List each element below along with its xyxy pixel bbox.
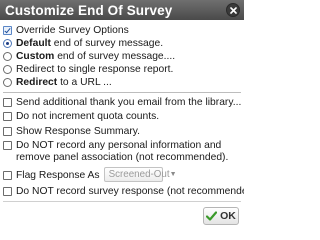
show-response-summary-row[interactable]: Show Response Summary. — [3, 126, 242, 138]
close-button[interactable] — [226, 3, 240, 17]
show-response-summary-label: Show Response Summary. — [16, 126, 140, 137]
override-survey-options-row[interactable]: Override Survey Options — [3, 25, 242, 37]
radio-default-end-message[interactable]: Default end of survey message. — [3, 38, 242, 50]
override-survey-options-label: Override Survey Options — [16, 25, 129, 36]
do-not-record-response-label: Do NOT record survey response (not recom… — [16, 186, 244, 197]
section-divider — [3, 92, 241, 93]
ok-button-label: OK — [220, 210, 236, 222]
radio-custom-end-message[interactable]: Custom end of survey message.... — [3, 51, 242, 63]
radio-redirect-response-report[interactable]: Redirect to single response report. — [3, 64, 242, 76]
radio-label-bold: Custom — [16, 51, 55, 62]
radio-redirect-url[interactable]: Redirect to a URL ... — [3, 77, 242, 89]
flag-response-select-value: Screened-Out — [108, 168, 170, 180]
radio-redirect-response-report-button[interactable] — [3, 65, 12, 74]
close-icon — [229, 6, 237, 14]
dialog-title: Customize End Of Survey — [5, 2, 173, 18]
flag-response-label: Flag Response As — [16, 170, 100, 181]
flag-response-checkbox[interactable] — [3, 171, 12, 180]
radio-label-bold: Redirect — [16, 77, 58, 88]
radio-label-rest: Redirect to single response report. — [16, 64, 174, 75]
override-survey-options-checkbox[interactable] — [3, 26, 12, 35]
flag-response-select[interactable]: Screened-Out ▼ — [103, 167, 177, 182]
footer-divider — [3, 201, 241, 202]
do-not-record-response-checkbox[interactable] — [3, 187, 12, 196]
no-personal-info-label: Do NOT record any personal information a… — [16, 140, 229, 163]
radio-label-rest: end of survey message.... — [54, 51, 176, 62]
show-response-summary-checkbox[interactable] — [3, 127, 12, 136]
radio-custom-end-message-button[interactable] — [3, 52, 12, 61]
no-quota-increment-label: Do not increment quota counts. — [16, 111, 160, 122]
radio-default-end-message-button[interactable] — [3, 39, 12, 48]
send-thank-you-email-checkbox[interactable] — [3, 98, 12, 107]
dialog-titlebar: Customize End Of Survey — [0, 0, 244, 20]
radio-label-rest: to a URL ... — [57, 77, 112, 88]
flag-response-row[interactable]: Flag Response As Screened-Out ▼ — [3, 167, 242, 182]
no-personal-info-checkbox[interactable] — [3, 141, 12, 150]
no-quota-increment-checkbox[interactable] — [3, 112, 12, 121]
radio-label-rest: end of survey message. — [50, 38, 164, 49]
send-thank-you-email-row[interactable]: Send additional thank you email from the… — [3, 97, 242, 109]
radio-redirect-url-button[interactable] — [3, 78, 12, 87]
radio-label-bold: Default — [16, 38, 51, 49]
ok-button[interactable]: OK — [203, 207, 239, 225]
no-personal-info-row[interactable]: Do NOT record any personal information a… — [3, 140, 242, 164]
customize-end-of-survey-dialog: Customize End Of Survey Override Survey … — [0, 0, 244, 229]
no-quota-increment-row[interactable]: Do not increment quota counts. — [3, 111, 242, 123]
send-thank-you-email-label: Send additional thank you email from the… — [16, 97, 242, 108]
checkmark-icon — [206, 211, 218, 221]
chevron-down-icon: ▼ — [169, 170, 177, 178]
do-not-record-response-row[interactable]: Do NOT record survey response (not recom… — [3, 186, 244, 198]
